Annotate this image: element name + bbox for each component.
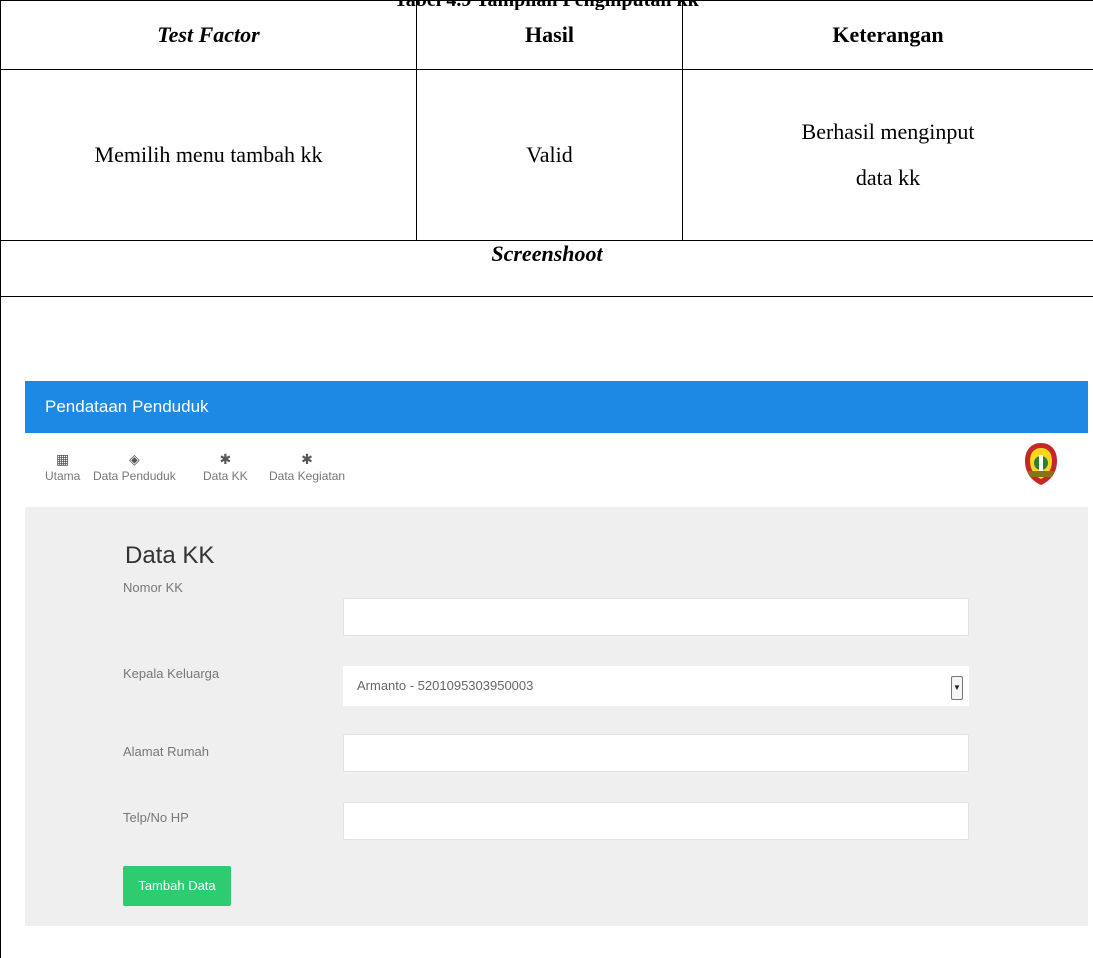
- grid-icon: ▦: [56, 451, 70, 467]
- nav-item-data-kegiatan[interactable]: ✱ Data Kegiatan: [269, 449, 345, 483]
- form-title: Data KK: [125, 542, 215, 569]
- cell-hasil: Valid: [416, 69, 683, 241]
- label-alamat-rumah: Alamat Rumah: [123, 744, 209, 759]
- screenshot-label-row: Screenshoot: [0, 240, 1093, 297]
- screenshot-label: Screenshoot: [0, 240, 1093, 297]
- nav-item-data-penduduk[interactable]: ◈ Data Penduduk: [93, 449, 176, 483]
- nav-item-utama[interactable]: ▦ Utama: [45, 449, 80, 483]
- nav-label: Data Penduduk: [93, 469, 176, 483]
- regency-logo: [1025, 443, 1057, 485]
- app-nav: ▦ Utama ◈ Data Penduduk ✱ Data KK ✱ Data…: [25, 433, 1088, 508]
- tambah-data-button[interactable]: Tambah Data: [123, 866, 231, 906]
- label-kepala-keluarga: Kepala Keluarga: [123, 666, 220, 681]
- table-header-row: Test Factor Hasil Keterangan: [0, 0, 1093, 70]
- app-title: Pendataan Penduduk: [45, 397, 209, 416]
- nomor-kk-input[interactable]: [343, 598, 969, 636]
- nav-label: Data Kegiatan: [269, 469, 346, 483]
- screenshot-row: Pendataan Penduduk ▦ Utama ◈ Data Pendud…: [0, 296, 1093, 958]
- chevron-down-icon[interactable]: ▼: [951, 676, 963, 700]
- header-keterangan: Keterangan: [682, 0, 1093, 70]
- app-title-bar: Pendataan Penduduk: [25, 381, 1088, 433]
- cell-test-factor: Memilih menu tambah kk: [0, 69, 417, 241]
- alamat-rumah-input[interactable]: [343, 734, 969, 772]
- header-test-factor: Test Factor: [0, 0, 417, 70]
- form-area: Data KK Nomor KK Kepala Keluarga Armanto…: [25, 508, 1088, 926]
- telp-input[interactable]: [343, 802, 969, 840]
- puzzle-icon: ✱: [219, 451, 232, 467]
- puzzle-icon: ✱: [301, 451, 313, 467]
- nav-item-data-kk[interactable]: ✱ Data KK: [203, 449, 248, 483]
- app-screenshot: Pendataan Penduduk ▦ Utama ◈ Data Pendud…: [25, 381, 1088, 926]
- table-row: Memilih menu tambah kk Valid Berhasil me…: [0, 69, 1093, 241]
- nav-label: Utama: [45, 469, 81, 483]
- header-hasil: Hasil: [416, 0, 683, 70]
- keterangan-line-1: Berhasil menginput: [801, 119, 975, 144]
- keterangan-line-2: data kk: [855, 165, 921, 190]
- label-telp: Telp/No HP: [123, 810, 189, 825]
- nav-label: Data KK: [203, 469, 248, 483]
- screenshot-cell: Pendataan Penduduk ▦ Utama ◈ Data Pendud…: [0, 296, 1093, 958]
- cell-keterangan: Berhasil menginput data kk: [682, 69, 1093, 241]
- layers-icon: ◈: [128, 451, 140, 467]
- selected-value: Armanto - 5201095303950003: [357, 678, 534, 693]
- kepala-keluarga-select[interactable]: Armanto - 5201095303950003 ▼: [343, 666, 969, 706]
- test-table: Test Factor Hasil Keterangan Memilih men…: [0, 0, 1093, 958]
- label-nomor-kk: Nomor KK: [123, 580, 183, 595]
